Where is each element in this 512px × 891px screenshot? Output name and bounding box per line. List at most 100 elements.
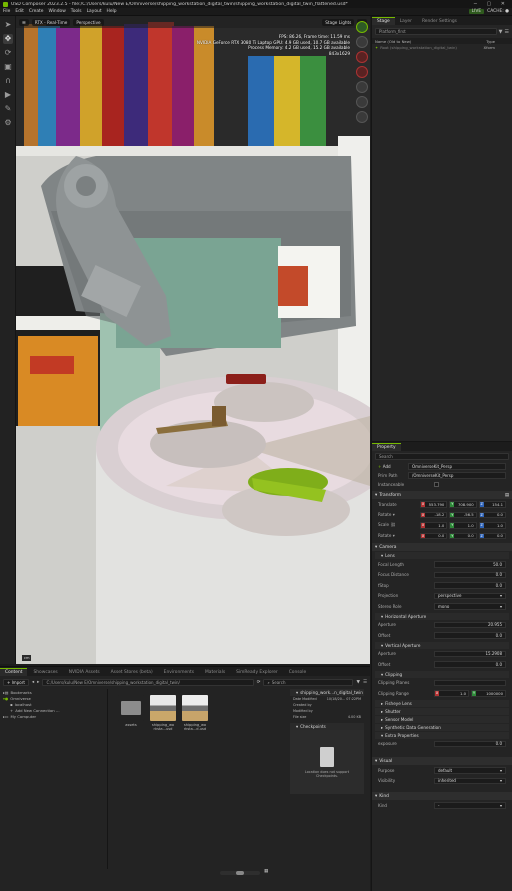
back-icon[interactable]: ◂ [32,680,34,685]
layers-icon[interactable] [356,111,368,123]
fstop-field[interactable]: 0.0 [434,582,506,589]
camera-dropdown[interactable]: Perspective [73,18,104,26]
play-icon[interactable]: ▶ [3,90,13,100]
h-offset-field[interactable]: 0.0 [434,632,506,639]
viewport[interactable]: ☰ RTX - Real-Time Perspective Stage Ligh… [16,16,370,664]
stereo-role-dropdown[interactable]: mono ▾ [434,603,506,610]
grid-view-icon[interactable]: ▦ [264,869,268,874]
kind-dropdown[interactable]: - ▾ [434,802,506,809]
v-offset-field[interactable]: 0.0 [434,661,506,668]
tab-render-settings[interactable]: Render Settings [417,17,462,25]
type-column-header[interactable]: Type [486,39,495,44]
tab-stage[interactable]: Stage [372,17,395,25]
rotate-x-field[interactable]: X -18.2 [420,511,448,518]
extra-properties-subsection[interactable]: ▾ Extra Properties [375,731,509,739]
visual-section[interactable]: ▾ Visual [372,757,512,765]
renderer-dropdown[interactable]: RTX - Real-Time [31,18,71,26]
clipping-planes-field[interactable] [434,679,506,686]
prim-path-field[interactable]: /OmniverseKit_Persp [408,472,506,479]
content-search-input[interactable]: ⌕ Search [263,678,354,686]
lens-subsection[interactable]: ▾ Lens [375,552,509,559]
grid-icon[interactable] [356,36,368,48]
window-controls[interactable]: ─ ▢ ✕ [474,1,509,7]
settings-icon[interactable]: ☰ [19,18,29,26]
filter-icon[interactable]: ▼ [356,680,359,685]
sensor-model-subsection[interactable]: ▸ Sensor Model [375,715,509,723]
snap-tool-icon[interactable]: ∩ [3,76,13,86]
fisheye-subsection[interactable]: ▸ Fisheye Lens [375,699,509,707]
capture-icon[interactable] [356,66,368,78]
file-item[interactable]: assets [118,695,144,727]
exposure-field[interactable]: 0.0 [434,740,506,747]
slider-handle[interactable] [236,871,244,875]
rotate-z-field[interactable]: Z 0.0 [478,511,506,518]
kind-section[interactable]: ▾ Kind [372,792,512,800]
translate-y-field[interactable]: Y 708.900 [449,501,477,508]
menu-create[interactable]: Create [29,9,44,14]
transform-options-icon[interactable]: ▤ [505,493,509,498]
add-button[interactable]: + Add [378,464,408,469]
tab-environments[interactable]: Environments [159,668,199,676]
rotate-label[interactable]: Rotate ▾ [378,512,420,517]
live-button[interactable]: LIVE [468,9,485,14]
menu-edit[interactable]: Edit [15,9,24,14]
focus-distance-field[interactable]: 0.0 [434,571,506,578]
tab-property[interactable]: Property [372,443,401,451]
camera-section[interactable]: ▾ Camera [372,543,512,551]
refresh-icon[interactable]: ⟳ [257,680,261,685]
clipping-max-field[interactable]: Y 1000000 [471,690,506,697]
scene-render[interactable] [16,16,370,664]
h-aperture-field[interactable]: 20.955 [434,621,506,628]
physics-tool-icon[interactable]: ⚙ [3,118,13,128]
tab-console[interactable]: Console [284,668,311,676]
purpose-dropdown[interactable]: default ▾ [434,767,506,774]
menu-file[interactable]: File [3,9,10,14]
instanceable-checkbox[interactable] [434,482,439,487]
tab-showcases[interactable]: Showcases [28,668,62,676]
rotate2-y-field[interactable]: Y 0.0 [449,532,477,539]
rotate2-x-field[interactable]: X 0.0 [420,532,448,539]
scale-z-field[interactable]: Z 1.0 [478,522,506,529]
gear-icon[interactable] [356,81,368,93]
move-tool-icon[interactable]: ✥ [3,34,13,44]
paint-tool-icon[interactable]: ✎ [3,104,13,114]
tab-materials[interactable]: Materials [200,668,230,676]
scale-tool-icon[interactable]: ▣ [3,62,13,72]
tab-layer[interactable]: Layer [395,17,417,25]
tab-nvidia-assets[interactable]: NVIDIA Assets [64,668,105,676]
stage-lights-dropdown[interactable]: Stage Lights [322,18,355,26]
vertical-aperture-subsection[interactable]: ▾ Vertical Aperture [375,641,509,649]
rotate-tool-icon[interactable]: ⟳ [3,48,13,58]
filter-icon[interactable]: ▼ [499,29,503,35]
synthetic-data-subsection[interactable]: ▸ Synthetic Data Generation [375,723,509,731]
checkpoints-section[interactable]: ▾ Checkpoints [290,723,364,730]
rotate-y-field[interactable]: Y -56.5 [449,511,477,518]
file-item[interactable]: shipping_wo rksta...usd [150,695,176,732]
file-item[interactable]: shipping_wo rksta...d.usd [182,695,208,732]
scale-y-field[interactable]: Y 1.0 [449,522,477,529]
shutter-subsection[interactable]: ▸ Shutter [375,707,509,715]
path-field[interactable]: C:/Users/kulu/New E/Omniverse/shipping_w… [42,678,254,686]
menu-window[interactable]: Window [48,9,65,14]
options-icon[interactable]: ☰ [505,29,509,35]
tab-asset-stores[interactable]: Asset Stores (beta) [106,668,158,676]
import-button[interactable]: + Import [3,678,29,686]
name-column-header[interactable]: Name (Old to New) [375,39,411,44]
rotate2-label[interactable]: Rotate ▾ [378,533,420,538]
translate-x-field[interactable]: X 553.790 [420,501,448,508]
record-icon[interactable] [356,51,368,63]
clipping-subsection[interactable]: ▾ Clipping [375,670,509,678]
select-tool-icon[interactable]: ➤ [3,20,13,30]
rotate2-z-field[interactable]: Z 0.0 [478,532,506,539]
projection-dropdown[interactable]: perspective ▾ [434,592,506,599]
nvidia-icon[interactable] [356,21,368,33]
tree-my-computer[interactable]: ▸▭ My Computer [0,713,107,719]
scale-label[interactable]: Scale ⛓ [378,522,420,528]
options-icon[interactable]: ☰ [363,680,367,685]
visibility-dropdown[interactable]: inherited ▾ [434,777,506,784]
thumbnail-size-slider[interactable] [220,871,260,875]
prim-name-field[interactable]: OmniverseKit_Persp [408,463,506,470]
clipping-min-field[interactable]: X 1.0 [434,690,469,697]
menu-layout[interactable]: Layout [87,9,102,14]
forward-icon[interactable]: ▸ [37,680,39,685]
